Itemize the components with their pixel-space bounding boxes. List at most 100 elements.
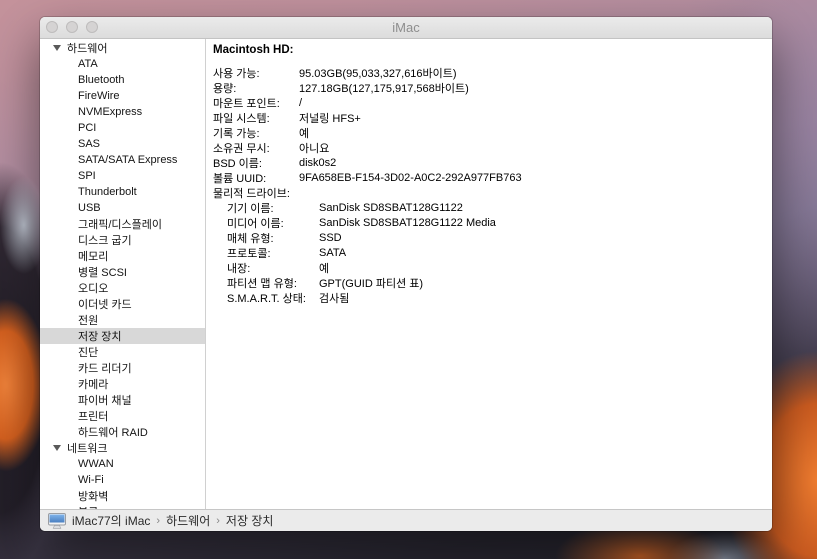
sidebar-item-그래픽/디스플레이[interactable]: 그래픽/디스플레이 <box>40 216 205 232</box>
detail-value: 9FA658EB-F154-3D02-A0C2-292A977FB763 <box>299 172 522 184</box>
detail-value: 예 <box>299 125 309 141</box>
detail-value: 127.18GB(127,175,917,568바이트) <box>299 80 469 96</box>
detail-value: SanDisk SD8SBAT128G1122 <box>319 202 463 214</box>
detail-label: 기기 이름: <box>227 200 319 216</box>
sidebar-item-label: USB <box>78 202 101 214</box>
detail-label: 내장: <box>227 260 319 276</box>
content-pane[interactable]: Macintosh HD: 사용 가능: 95.03GB(95,033,327,… <box>206 39 772 509</box>
sidebar-item-방화벽[interactable]: 방화벽 <box>40 488 205 504</box>
detail-label: 마운트 포인트: <box>213 95 299 111</box>
sidebar-item-ATA[interactable]: ATA <box>40 56 205 72</box>
sidebar-item-label: 하드웨어 RAID <box>78 424 148 440</box>
sidebar-item-label: Bluetooth <box>78 74 124 86</box>
breadcrumb: iMac77의 iMac›하드웨어›저장 장치 <box>72 512 273 529</box>
sidebar-item-label: 카메라 <box>78 376 108 392</box>
sidebar-group-네트워크[interactable]: 네트워크 <box>40 440 205 456</box>
detail-value: GPT(GUID 파티션 표) <box>319 275 423 291</box>
detail-row: 마운트 포인트: / <box>213 95 772 110</box>
detail-row: 미디어 이름: SanDisk SD8SBAT128G1122 Media <box>227 215 772 230</box>
sidebar-group-하드웨어[interactable]: 하드웨어 <box>40 40 205 56</box>
sidebar-item-label: ATA <box>78 58 98 70</box>
detail-label: 물리적 드라이브: <box>213 185 299 201</box>
sidebar-item-Thunderbolt[interactable]: Thunderbolt <box>40 184 205 200</box>
detail-value: 95.03GB(95,033,327,616바이트) <box>299 65 457 81</box>
zoom-button[interactable] <box>86 21 98 33</box>
detail-value: 예 <box>319 260 329 276</box>
disclosure-triangle-icon <box>53 445 61 451</box>
sidebar-item-SATA/SATA Express[interactable]: SATA/SATA Express <box>40 152 205 168</box>
sidebar-item-오디오[interactable]: 오디오 <box>40 280 205 296</box>
detail-label: 파일 시스템: <box>213 110 299 126</box>
detail-row: 사용 가능: 95.03GB(95,033,327,616바이트) <box>213 65 772 80</box>
detail-label: 프로토콜: <box>227 245 319 261</box>
status-bar: iMac77의 iMac›하드웨어›저장 장치 <box>40 509 772 531</box>
detail-row: 기기 이름: SanDisk SD8SBAT128G1122 <box>227 200 772 215</box>
sidebar-item-전원[interactable]: 전원 <box>40 312 205 328</box>
detail-value: disk0s2 <box>299 157 336 169</box>
breadcrumb-separator: › <box>216 515 220 527</box>
disclosure-triangle-icon <box>53 45 61 51</box>
sidebar-item-Bluetooth[interactable]: Bluetooth <box>40 72 205 88</box>
detail-row: BSD 이름: disk0s2 <box>213 155 772 170</box>
sidebar-item-label: 디스크 굽기 <box>78 232 132 248</box>
sidebar-item-PCI[interactable]: PCI <box>40 120 205 136</box>
sidebar-item-label: 전원 <box>78 312 98 328</box>
sidebar-item-이더넷 카드[interactable]: 이더넷 카드 <box>40 296 205 312</box>
sidebar-item-label: FireWire <box>78 90 120 102</box>
sidebar-item-프린터[interactable]: 프린터 <box>40 408 205 424</box>
sidebar-item-label: 이더넷 카드 <box>78 296 132 312</box>
detail-value: SSD <box>319 232 342 244</box>
breadcrumb-separator: › <box>156 515 160 527</box>
sidebar[interactable]: 하드웨어 ATA Bluetooth FireWire NVMExpress P… <box>40 39 206 509</box>
window-title: iMac <box>392 20 419 35</box>
sidebar-item-label: Wi-Fi <box>78 474 104 486</box>
sidebar-item-디스크 굽기[interactable]: 디스크 굽기 <box>40 232 205 248</box>
sidebar-item-카드 리더기[interactable]: 카드 리더기 <box>40 360 205 376</box>
sidebar-item-label: 저장 장치 <box>78 328 122 344</box>
detail-row: 물리적 드라이브: <box>213 185 772 200</box>
sidebar-item-메모리[interactable]: 메모리 <box>40 248 205 264</box>
close-button[interactable] <box>46 21 58 33</box>
minimize-button[interactable] <box>66 21 78 33</box>
sidebar-item-label: 프린터 <box>78 408 108 424</box>
window-titlebar[interactable]: iMac <box>40 17 772 39</box>
sidebar-item-Wi-Fi[interactable]: Wi-Fi <box>40 472 205 488</box>
sidebar-list: 하드웨어 ATA Bluetooth FireWire NVMExpress P… <box>40 40 205 509</box>
detail-row: 매체 유형: SSD <box>227 230 772 245</box>
detail-label: 사용 가능: <box>213 65 299 81</box>
sidebar-item-SAS[interactable]: SAS <box>40 136 205 152</box>
sidebar-item-병렬 SCSI[interactable]: 병렬 SCSI <box>40 264 205 280</box>
sidebar-item-label: 그래픽/디스플레이 <box>78 216 162 232</box>
sidebar-item-label: SATA/SATA Express <box>78 154 177 166</box>
detail-value: SanDisk SD8SBAT128G1122 Media <box>319 217 496 229</box>
sidebar-item-WWAN[interactable]: WWAN <box>40 456 205 472</box>
sidebar-item-카메라[interactable]: 카메라 <box>40 376 205 392</box>
sidebar-item-하드웨어 RAID[interactable]: 하드웨어 RAID <box>40 424 205 440</box>
sidebar-item-SPI[interactable]: SPI <box>40 168 205 184</box>
sidebar-item-label: 파이버 채널 <box>78 392 132 408</box>
detail-label: 소유권 무시: <box>213 140 299 156</box>
detail-label: BSD 이름: <box>213 155 299 171</box>
sidebar-item-label: Thunderbolt <box>78 186 137 198</box>
detail-row: 볼륨 UUID: 9FA658EB-F154-3D02-A0C2-292A977… <box>213 170 772 185</box>
sidebar-item-NVMExpress[interactable]: NVMExpress <box>40 104 205 120</box>
sidebar-item-label: 방화벽 <box>78 488 108 504</box>
system-information-window: iMac 하드웨어 ATA Bluetooth FireWire NVMExpr… <box>40 17 772 531</box>
window-body: 하드웨어 ATA Bluetooth FireWire NVMExpress P… <box>40 39 772 509</box>
sidebar-item-label: SPI <box>78 170 96 182</box>
sidebar-item-FireWire[interactable]: FireWire <box>40 88 205 104</box>
sidebar-item-저장 장치[interactable]: 저장 장치 <box>40 328 205 344</box>
sidebar-item-label: WWAN <box>78 458 114 470</box>
detail-label: S.M.A.R.T. 상태: <box>227 290 319 306</box>
sidebar-item-label: 오디오 <box>78 280 108 296</box>
sidebar-item-label: 진단 <box>78 344 98 360</box>
sidebar-item-label: 병렬 SCSI <box>78 264 127 280</box>
detail-row: 용량: 127.18GB(127,175,917,568바이트) <box>213 80 772 95</box>
sidebar-item-진단[interactable]: 진단 <box>40 344 205 360</box>
sidebar-item-파이버 채널[interactable]: 파이버 채널 <box>40 392 205 408</box>
detail-value: / <box>299 97 302 109</box>
volume-title: Macintosh HD: <box>213 44 772 58</box>
sidebar-item-USB[interactable]: USB <box>40 200 205 216</box>
detail-row: 파일 시스템: 저널링 HFS+ <box>213 110 772 125</box>
detail-row: 프로토콜: SATA <box>227 245 772 260</box>
